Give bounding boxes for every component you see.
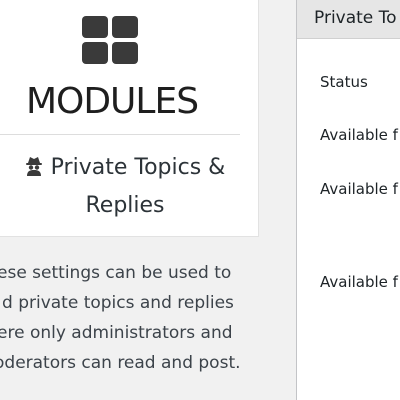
module-sidebar: MODULES Private Topics & Replies ese set… <box>0 0 275 400</box>
description-line: d private topics and replies <box>2 293 234 313</box>
divider <box>0 134 240 135</box>
panel-title: Private To <box>314 8 397 28</box>
module-description: ese settings can be used to d private to… <box>0 258 300 378</box>
panel-header: Private To <box>297 0 400 39</box>
module-card: MODULES Private Topics & Replies <box>0 0 259 237</box>
available-for-label: Available f <box>320 126 398 144</box>
module-name: Private Topics & Replies <box>50 155 226 218</box>
available-for-label: Available f <box>320 273 398 291</box>
modules-grid-icon <box>82 16 139 66</box>
description-line: ese settings can be used to <box>0 263 232 283</box>
status-label: Status <box>320 73 368 91</box>
description-line: ere only administrators and <box>0 323 233 343</box>
spy-icon <box>25 152 43 188</box>
settings-panel: Private To Status Available f Available … <box>296 0 400 400</box>
module-heading: Private Topics & Replies <box>0 150 250 224</box>
modules-title: MODULES <box>25 81 199 122</box>
description-line: oderators can read and post. <box>0 353 241 373</box>
available-for-label: Available f <box>320 180 398 198</box>
